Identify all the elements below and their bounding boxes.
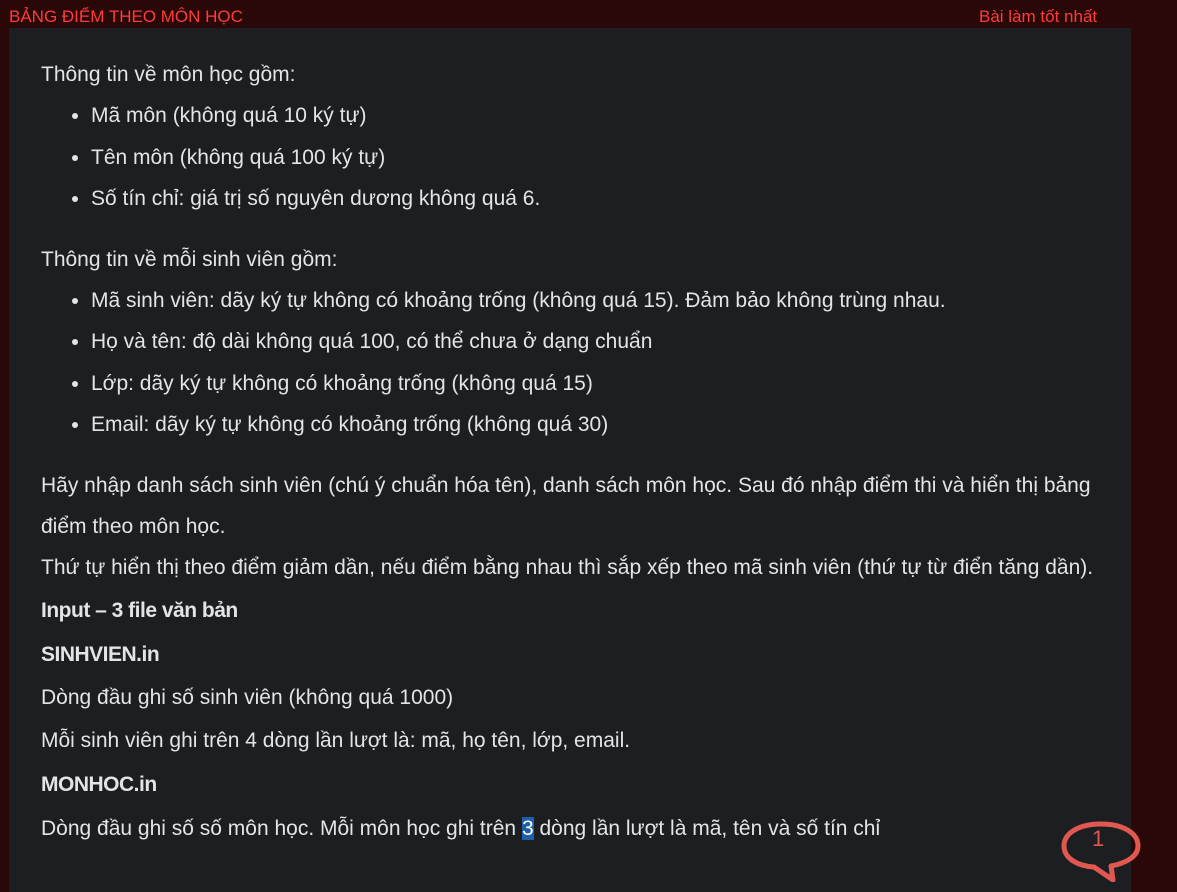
problem-content: Thông tin về môn học gồm: Mã môn (không …	[41, 54, 1101, 850]
subject-intro: Thông tin về môn học gồm:	[41, 63, 296, 86]
monhoc-line-text-before: Dòng đầu ghi số số môn học. Mỗi môn học …	[41, 816, 522, 840]
right-margin	[1131, 28, 1177, 892]
student-info-list: Mã sinh viên: dãy ký tự không có khoảng …	[41, 280, 1101, 446]
list-item: Mã môn (không quá 10 ký tự)	[91, 95, 1101, 137]
list-item: Lớp: dãy ký tự không có khoảng trống (kh…	[91, 363, 1101, 405]
comment-count[interactable]: 1	[1092, 826, 1104, 852]
subject-info-list: Mã môn (không quá 10 ký tự) Tên môn (khô…	[41, 95, 1101, 220]
sinhvien-heading: SINHVIEN.in	[41, 642, 160, 666]
order-paragraph: Thứ tự hiển thị theo điểm giảm dần, nếu …	[41, 555, 1094, 579]
sinhvien-line-2: Mỗi sinh viên ghi trên 4 dòng lần lượt l…	[41, 728, 631, 752]
monhoc-line-text-after: dòng lần lượt là mã, tên và số tín chỉ	[533, 816, 881, 840]
input-heading: Input – 3 file văn bản	[41, 598, 238, 622]
page-title: BẢNG ĐIỂM THEO MÔN HỌC	[9, 7, 243, 26]
sinhvien-line-1: Dòng đầu ghi số sinh viên (không quá 100…	[41, 685, 454, 709]
monhoc-heading: MONHOC.in	[41, 772, 157, 796]
list-item: Họ và tên: độ dài không quá 100, có thể …	[91, 321, 1101, 363]
list-item: Email: dãy ký tự không có khoảng trống (…	[91, 404, 1101, 446]
list-item: Số tín chỉ: giá trị số nguyên dương khôn…	[91, 178, 1101, 220]
best-submission-link[interactable]: Bài làm tốt nhất	[979, 7, 1097, 27]
list-item: Tên môn (không quá 100 ký tự)	[91, 137, 1101, 179]
selected-text-highlight: 3	[521, 816, 534, 840]
monhoc-line-1: Dòng đầu ghi số số môn học. Mỗi môn học …	[41, 807, 1101, 850]
problem-statement-panel[interactable]: Thông tin về môn học gồm: Mã môn (không …	[9, 28, 1131, 892]
task-paragraph: Hãy nhập danh sách sinh viên (chú ý chuẩ…	[41, 473, 1091, 538]
top-bar: BẢNG ĐIỂM THEO MÔN HỌC Bài làm tốt nhất	[0, 0, 1177, 28]
student-intro: Thông tin về mỗi sinh viên gồm:	[41, 247, 338, 271]
list-item: Mã sinh viên: dãy ký tự không có khoảng …	[91, 280, 1101, 322]
